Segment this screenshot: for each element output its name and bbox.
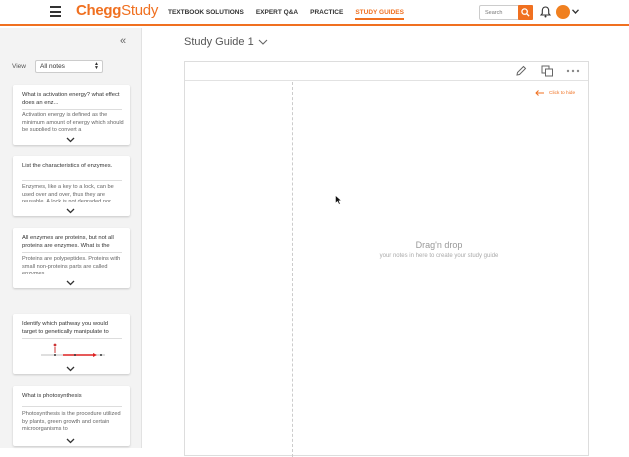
top-navigation-bar: CheggStudy TEXTBOOK SOLUTIONS EXPERT Q&A… — [0, 0, 629, 26]
view-select[interactable]: All notes ▲ ▼ — [35, 60, 103, 73]
double-chevron-left-icon[interactable]: « — [120, 35, 126, 47]
drop-zone-divider — [292, 82, 293, 457]
select-arrows-icon: ▲ ▼ — [94, 61, 99, 71]
note-question: List the characteristics of enzymes. — [22, 163, 113, 169]
study-guide-title[interactable]: Study Guide 1 — [184, 36, 254, 48]
notes-sidebar: « View All notes ▲ ▼ What is activation e… — [0, 28, 142, 448]
note-question: Identify which pathway you would target … — [22, 321, 109, 335]
card-divider — [22, 180, 122, 181]
search-icon — [521, 8, 530, 17]
chevron-down-icon[interactable] — [66, 137, 75, 143]
logo-product: Study — [121, 2, 159, 19]
note-card[interactable]: What is photosynthesis Photosynthesis is… — [13, 386, 130, 446]
nav-practice[interactable]: PRACTICE — [310, 9, 343, 20]
chevron-down-icon[interactable] — [258, 39, 268, 45]
note-card[interactable]: All enzymes are proteins, but not all pr… — [13, 228, 130, 288]
avatar[interactable] — [556, 5, 570, 19]
drop-zone-title: Drag'n drop — [415, 240, 463, 250]
arrow-left-icon[interactable] — [535, 90, 545, 96]
chevron-down-icon[interactable] — [66, 438, 75, 444]
study-guide-board: Click to hide Drag'n drop your notes in … — [184, 61, 589, 457]
search-button[interactable] — [518, 5, 533, 20]
chevron-down-icon[interactable] — [66, 280, 75, 286]
copy-icon[interactable] — [541, 65, 554, 77]
note-question: What is photosynthesis — [22, 393, 82, 399]
board-toolbar — [185, 62, 588, 81]
bell-icon[interactable] — [540, 6, 551, 18]
nav-textbook-solutions[interactable]: TEXTBOOK SOLUTIONS — [168, 9, 244, 20]
pathway-diagram-thumbnail — [41, 343, 105, 357]
view-select-value: All notes — [40, 63, 65, 70]
note-question: What is activation energy? what effect d… — [22, 92, 120, 106]
more-icon[interactable] — [566, 69, 580, 73]
view-label: View — [12, 63, 26, 70]
card-divider — [22, 109, 122, 110]
card-divider — [22, 338, 122, 339]
pencil-icon[interactable] — [515, 65, 527, 77]
chevron-down-icon[interactable] — [66, 208, 75, 214]
note-card[interactable]: List the characteristics of enzymes. Enz… — [13, 156, 130, 216]
nav-study-guides[interactable]: STUDY GUIDES — [355, 9, 404, 20]
mouse-cursor-icon — [335, 195, 342, 205]
note-answer: Photosynthesis is the procedure utilized… — [22, 411, 121, 432]
main-nav: TEXTBOOK SOLUTIONS EXPERT Q&A PRACTICE S… — [168, 9, 404, 20]
note-card[interactable]: What is activation energy? what effect d… — [13, 85, 130, 145]
note-answer: Activation energy is defined as the mini… — [22, 112, 124, 131]
nav-expert-qa[interactable]: EXPERT Q&A — [256, 9, 298, 20]
card-divider — [22, 406, 122, 407]
note-answer: Enzymes, like a key to a lock, can be us… — [22, 184, 114, 202]
drop-zone-subtitle: your notes in here to create your study … — [379, 253, 499, 259]
chevron-down-icon[interactable] — [572, 9, 579, 14]
note-question: All enzymes are proteins, but not all pr… — [22, 235, 114, 249]
chegg-study-logo[interactable]: CheggStudy — [76, 2, 158, 19]
note-card[interactable]: Identify which pathway you would target … — [13, 314, 130, 374]
menu-icon[interactable] — [50, 6, 61, 17]
note-answer: Proteins are polypeptides. Proteins with… — [22, 256, 121, 274]
click-to-hide-link[interactable]: Click to hide — [549, 91, 575, 96]
card-divider — [22, 252, 122, 253]
chevron-down-icon[interactable] — [66, 366, 75, 372]
logo-brand: Chegg — [76, 2, 122, 19]
